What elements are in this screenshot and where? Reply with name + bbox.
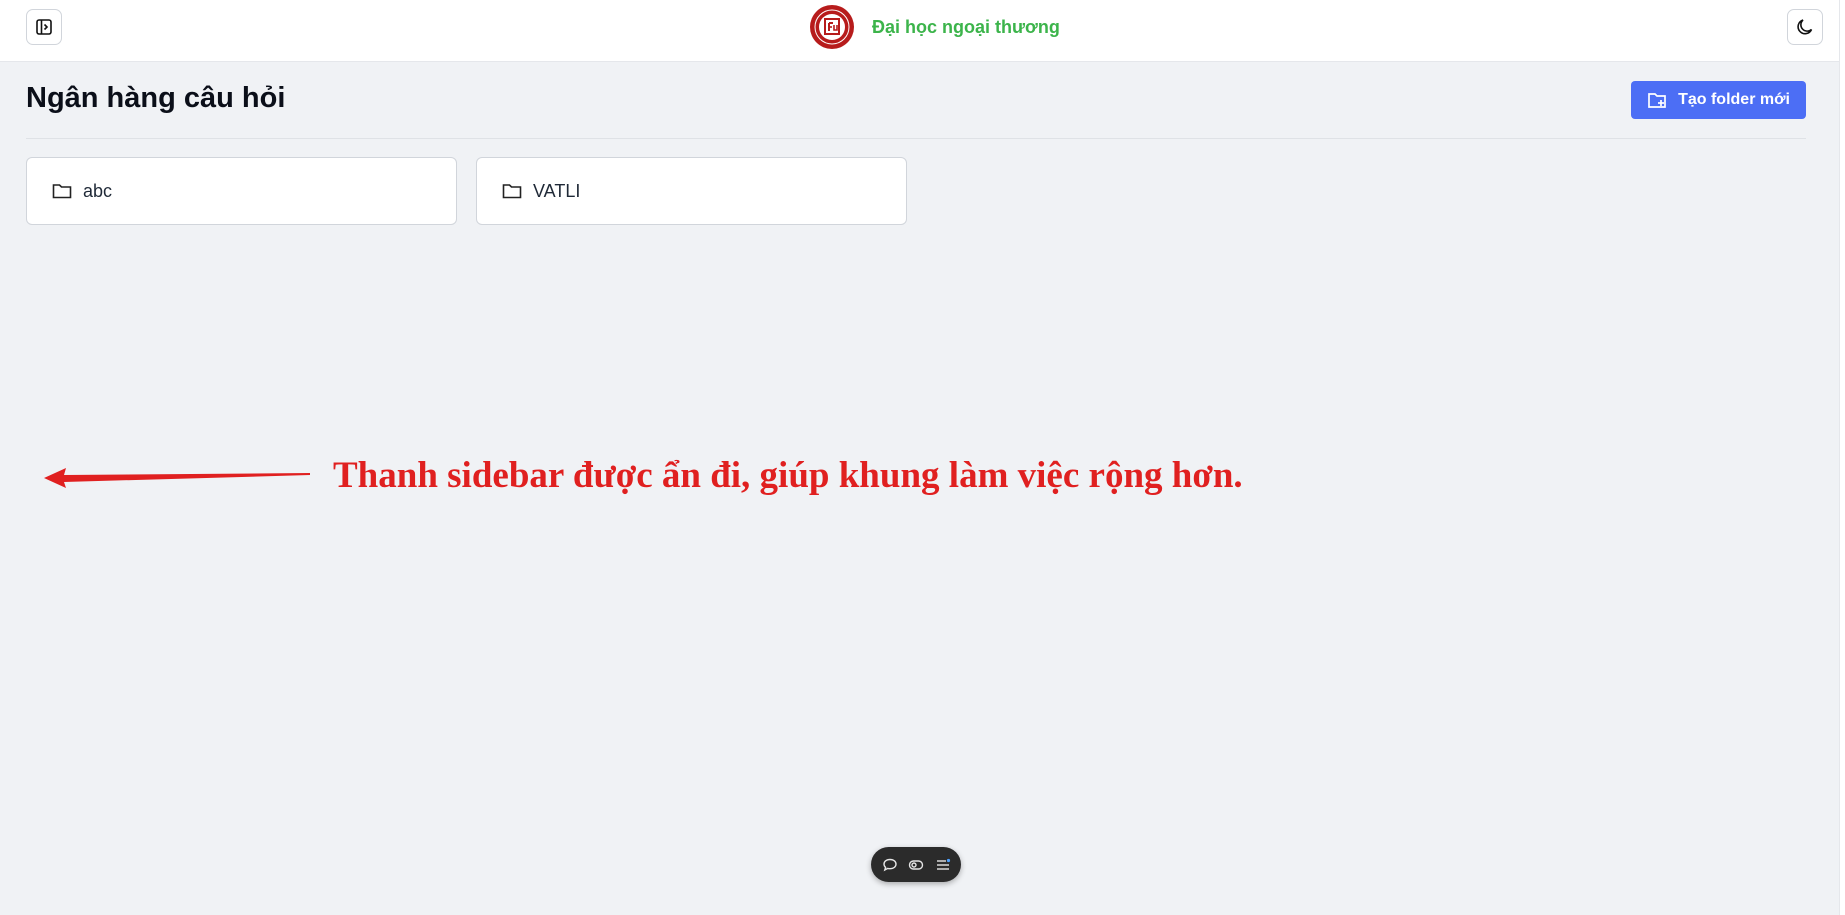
page-scrollbar[interactable] bbox=[1839, 0, 1845, 915]
university-logo bbox=[810, 5, 854, 49]
folder-name: VATLI bbox=[533, 180, 581, 201]
list-settings-icon[interactable] bbox=[935, 857, 951, 873]
top-header: Đại học ngoại thương bbox=[0, 0, 1840, 62]
annotation-text: Thanh sidebar được ẩn đi, giúp khung làm… bbox=[333, 455, 1243, 496]
folder-name: abc bbox=[83, 180, 113, 201]
new-folder-label: Tạo folder mới bbox=[1678, 91, 1790, 108]
comment-icon[interactable] bbox=[882, 857, 898, 873]
folder-icon bbox=[52, 184, 72, 199]
folder-plus-icon bbox=[1648, 93, 1666, 108]
annotation-arrow bbox=[44, 468, 310, 488]
new-folder-button[interactable]: Tạo folder mới bbox=[1631, 81, 1806, 119]
brand-name: Đại học ngoại thương bbox=[872, 16, 1060, 37]
theme-toggle-button[interactable] bbox=[1787, 9, 1823, 45]
floating-toolbar bbox=[871, 847, 961, 882]
page-title: Ngân hàng câu hỏi bbox=[26, 82, 286, 114]
folder-card-abc[interactable]: abc bbox=[26, 157, 457, 225]
moon-icon bbox=[1797, 19, 1813, 35]
eye-toggle-icon[interactable] bbox=[908, 857, 924, 873]
folder-icon bbox=[502, 184, 522, 199]
sidebar-toggle-button[interactable] bbox=[26, 9, 62, 45]
sidebar-panel-icon bbox=[36, 19, 52, 35]
brand[interactable]: Đại học ngoại thương bbox=[809, 4, 1060, 50]
folder-card-vatli[interactable]: VATLI bbox=[476, 157, 907, 225]
header-divider bbox=[26, 138, 1806, 139]
